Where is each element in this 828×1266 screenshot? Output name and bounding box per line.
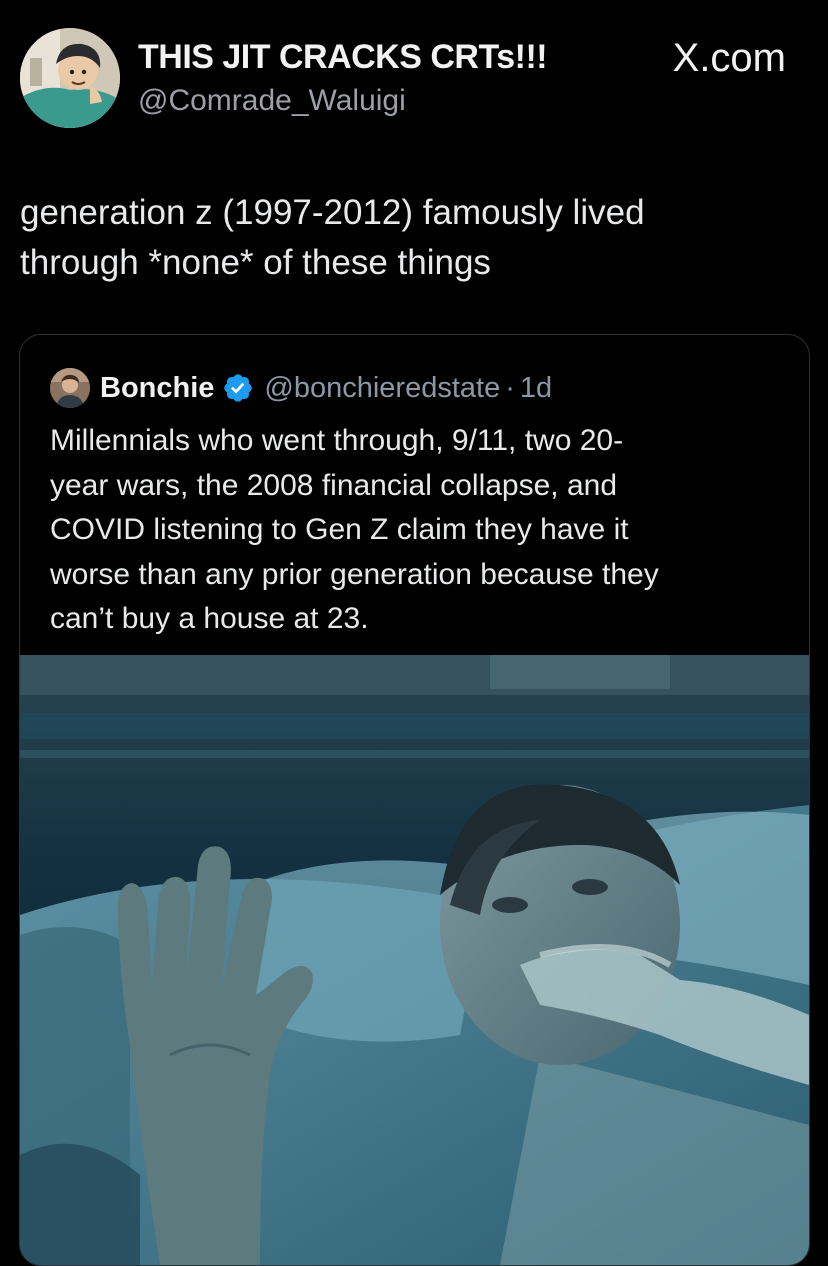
quoted-post-media[interactable] <box>20 655 809 1265</box>
quoted-post-timestamp[interactable]: 1d <box>520 372 552 405</box>
author-handle[interactable]: @Comrade_Waluigi <box>138 84 406 118</box>
post-text: generation z (1997-2012) famously lived … <box>20 193 645 282</box>
verified-badge-icon <box>224 374 253 402</box>
header-separator: · <box>505 371 515 404</box>
quoted-author-handle[interactable]: @bonchieredstate <box>264 372 500 405</box>
quoted-post-header: Bonchie @bonchieredstate · 1d <box>50 368 552 408</box>
author-avatar[interactable] <box>20 28 120 128</box>
quoted-author-avatar[interactable] <box>50 368 90 408</box>
hospital-bed-scene-image <box>20 655 809 1265</box>
x-brand-watermark: X.com <box>672 36 786 80</box>
quoted-author-display-name[interactable]: Bonchie <box>100 372 214 405</box>
quoted-post-text: Millennials who went through, 9/11, two … <box>50 424 659 635</box>
cartoon-avatar-image <box>20 28 120 128</box>
quoted-post-card[interactable]: Bonchie @bonchieredstate · 1d Millennial… <box>19 334 810 1266</box>
author-display-name[interactable]: THIS JIT CRACKS CRTs!!! <box>138 38 548 77</box>
photo-avatar-image <box>50 368 90 408</box>
